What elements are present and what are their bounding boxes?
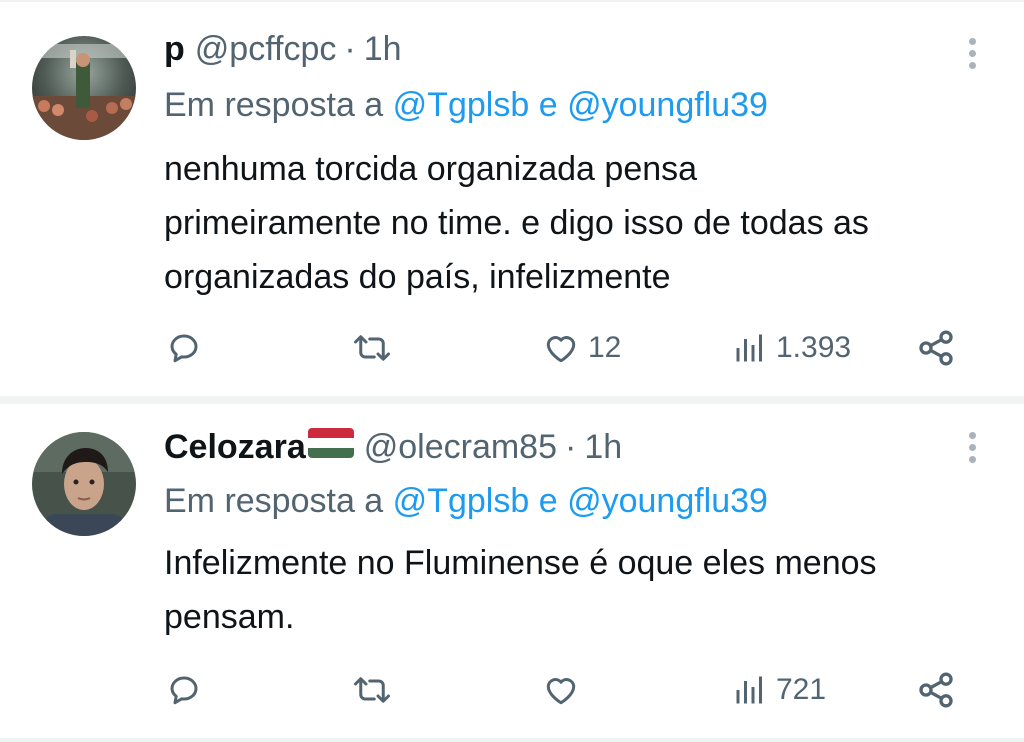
- reply-icon: [170, 334, 198, 363]
- more-options-icon[interactable]: [962, 38, 982, 78]
- tweet-text-line: primeiramente no time. e digo isso de to…: [164, 204, 869, 242]
- views-icon: [736, 676, 762, 704]
- timeline-feed: p @pcffcpc · 1h Em resposta a @Tgplsb e …: [0, 0, 1024, 742]
- separator-dot: ·: [344, 30, 356, 68]
- reply-icon: [170, 676, 198, 705]
- share-button[interactable]: [916, 668, 956, 712]
- avatar[interactable]: [32, 36, 136, 140]
- retweet-icon: [354, 677, 390, 703]
- user-handle[interactable]: @pcffcpc: [195, 30, 337, 69]
- views-button[interactable]: 1.393: [732, 326, 851, 370]
- mention-link[interactable]: @youngflu39: [567, 86, 768, 124]
- like-button[interactable]: [542, 668, 588, 712]
- tweet-text-line: pensam.: [164, 598, 295, 636]
- display-name[interactable]: p: [164, 30, 185, 69]
- timestamp[interactable]: 1h: [364, 30, 402, 69]
- separator-dot: ·: [565, 428, 577, 466]
- reply-prefix: Em resposta a: [164, 86, 384, 124]
- reply-context: Em resposta a @Tgplsb e @youngflu39: [164, 482, 768, 521]
- more-options-icon[interactable]: [962, 432, 982, 472]
- reply-and[interactable]: e: [539, 86, 558, 124]
- reply-and[interactable]: e: [539, 482, 558, 520]
- tweet[interactable]: p @pcffcpc · 1h Em resposta a @Tgplsb e …: [0, 0, 1024, 396]
- view-count: 1.393: [776, 331, 852, 364]
- retweet-icon: [354, 335, 390, 361]
- tweet-text-line: Infelizmente no Fluminense é oque eles m…: [164, 544, 877, 582]
- mention-link[interactable]: @youngflu39: [567, 482, 768, 520]
- heart-icon: [546, 336, 576, 363]
- view-count: 721: [776, 673, 827, 706]
- reply-button[interactable]: [166, 326, 202, 370]
- avatar[interactable]: [32, 432, 136, 536]
- tweet-text: Infelizmente no Fluminense é oque eles m…: [164, 536, 1004, 644]
- share-icon: [919, 672, 953, 708]
- share-icon: [919, 330, 953, 366]
- tweet-text-line: organizadas do país, infelizmente: [164, 258, 671, 296]
- tweet-text: nenhuma torcida organizada pensa primeir…: [164, 142, 1004, 304]
- display-name[interactable]: Celozara: [164, 428, 306, 467]
- tweet-text-line: nenhuma torcida organizada pensa: [164, 150, 698, 188]
- views-icon: [736, 334, 762, 362]
- mention-link[interactable]: @Tgplsb: [393, 86, 530, 124]
- reply-context: Em resposta a @Tgplsb e @youngflu39: [164, 86, 768, 125]
- bottom-border: [0, 738, 1024, 742]
- reply-button[interactable]: [166, 668, 202, 712]
- action-bar: 12 1.393: [0, 326, 1024, 370]
- tweet-divider: [0, 396, 1024, 404]
- retweet-button[interactable]: [352, 668, 392, 712]
- share-button[interactable]: [916, 326, 956, 370]
- heart-icon: [546, 678, 576, 705]
- tweet-header: Celozara @olecram85 · 1h: [164, 428, 622, 467]
- like-count: 12: [588, 331, 622, 364]
- tweet-header: p @pcffcpc · 1h: [164, 30, 402, 69]
- mention-link[interactable]: @Tgplsb: [393, 482, 530, 520]
- tweet[interactable]: Celozara @olecram85 · 1h Em resposta a @…: [0, 404, 1024, 740]
- timestamp[interactable]: 1h: [584, 428, 622, 467]
- views-button[interactable]: 721: [732, 668, 826, 712]
- retweet-button[interactable]: [352, 326, 392, 370]
- reply-prefix: Em resposta a: [164, 482, 384, 520]
- action-bar: 721: [0, 668, 1024, 712]
- hungary-flag-icon: [307, 428, 354, 458]
- user-handle[interactable]: @olecram85: [364, 428, 557, 467]
- like-button[interactable]: 12: [542, 326, 621, 370]
